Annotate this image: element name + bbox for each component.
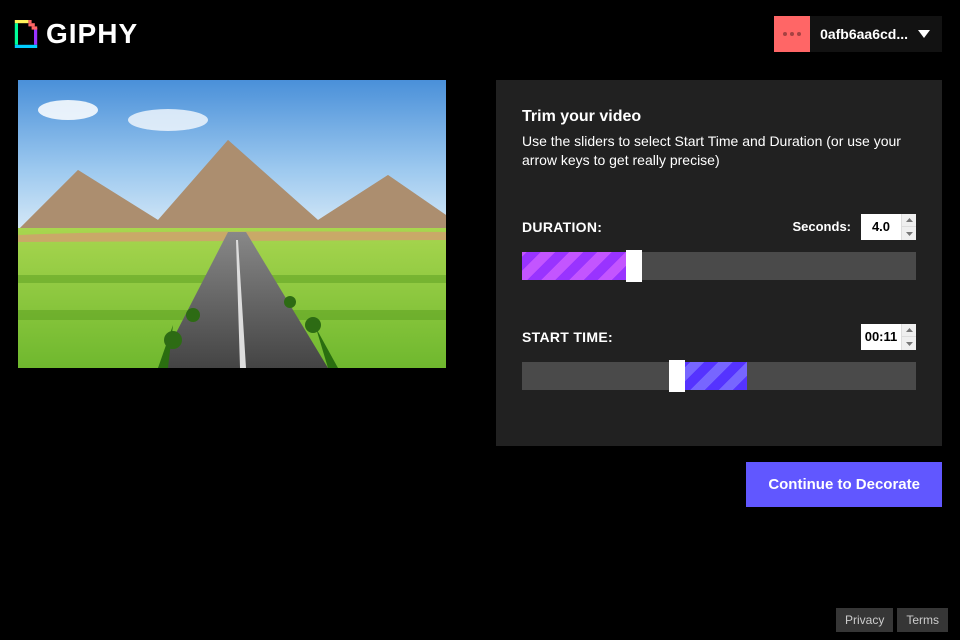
cta-row: Continue to Decorate xyxy=(0,446,960,507)
duration-slider[interactable] xyxy=(522,252,916,280)
duration-value[interactable] xyxy=(861,219,901,234)
main-content: Trim your video Use the sliders to selec… xyxy=(0,68,960,446)
logo-text: GIPHY xyxy=(46,18,138,50)
start-time-step-up[interactable] xyxy=(902,324,916,338)
start-time-value[interactable] xyxy=(861,329,901,344)
user-label: 0afb6aa6cd... xyxy=(810,26,918,42)
panel-description: Use the sliders to select Start Time and… xyxy=(522,132,916,170)
panel-title: Trim your video xyxy=(522,108,916,126)
user-menu[interactable]: 0afb6aa6cd... xyxy=(774,16,942,52)
duration-input[interactable] xyxy=(861,214,916,240)
logo[interactable]: GIPHY xyxy=(14,18,138,50)
duration-slider-fill xyxy=(522,252,626,280)
video-preview[interactable] xyxy=(18,80,446,368)
duration-label: DURATION: xyxy=(522,219,602,235)
chevron-down-icon xyxy=(918,30,942,38)
duration-step-down[interactable] xyxy=(902,227,916,240)
footer: Privacy Terms xyxy=(836,608,948,632)
continue-button[interactable]: Continue to Decorate xyxy=(746,462,942,507)
trim-panel: Trim your video Use the sliders to selec… xyxy=(496,80,942,446)
duration-slider-handle[interactable] xyxy=(626,250,642,282)
start-time-slider-fill xyxy=(685,362,747,390)
privacy-link[interactable]: Privacy xyxy=(836,608,893,632)
terms-link[interactable]: Terms xyxy=(897,608,948,632)
start-time-field: START TIME: xyxy=(522,324,916,390)
start-time-slider[interactable] xyxy=(522,362,916,390)
start-time-label: START TIME: xyxy=(522,329,613,345)
start-time-input[interactable] xyxy=(861,324,916,350)
start-time-slider-handle[interactable] xyxy=(669,360,685,392)
start-time-step-down[interactable] xyxy=(902,337,916,350)
duration-step-up[interactable] xyxy=(902,214,916,228)
giphy-logo-icon xyxy=(14,20,38,48)
user-avatar xyxy=(774,16,810,52)
app-header: GIPHY 0afb6aa6cd... xyxy=(0,0,960,68)
duration-field: DURATION: Seconds: xyxy=(522,214,916,280)
duration-unit-label: Seconds: xyxy=(792,219,851,234)
